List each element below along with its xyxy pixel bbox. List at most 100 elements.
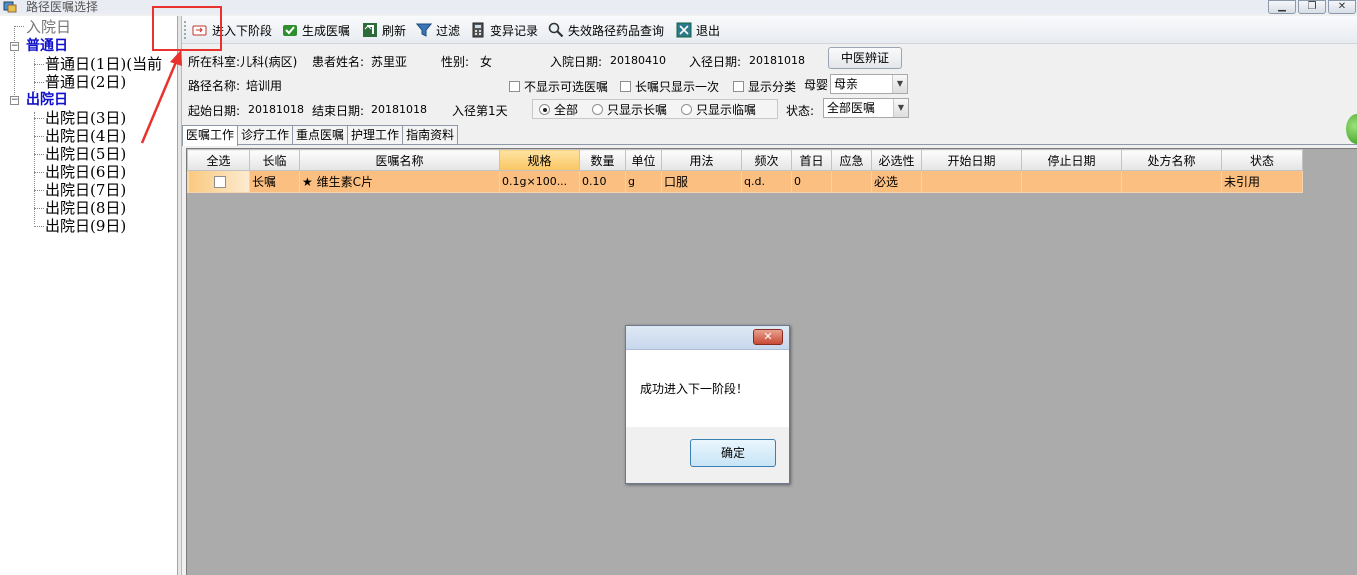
cell-start-date (921, 170, 1022, 193)
chevron-down-icon: ▼ (892, 75, 907, 93)
tab-order-work[interactable]: 医嘱工作 (182, 125, 239, 146)
tab-nursing-work[interactable]: 护理工作 (347, 125, 404, 145)
tree-line (14, 26, 24, 27)
status-value: 全部医嘱 (827, 101, 876, 115)
col-unit[interactable]: 单位 (625, 149, 662, 171)
green-orb-icon (1346, 114, 1357, 144)
refresh-button[interactable]: 刷新 (362, 20, 406, 40)
radio-temp-label: 只显示临嘱 (696, 102, 757, 117)
tree-node-normal-day-2[interactable]: 普通日(2日) (45, 74, 126, 91)
refresh-label: 刷新 (382, 23, 407, 38)
col-rx-name[interactable]: 处方名称 (1121, 149, 1222, 171)
row-checkbox-cell[interactable] (187, 170, 250, 193)
tab-key-orders[interactable]: 重点医嘱 (292, 125, 349, 145)
status-select[interactable]: 全部医嘱 ▼ (823, 98, 909, 118)
patient-info-panel: 所在科室: 儿科(病区) 患者姓名: 苏里亚 性别: 女 入院日期: 20180… (182, 45, 1357, 123)
radio-long-only[interactable]: 只显示长嘱 (592, 101, 667, 118)
cell-order-type: 长嘱 (249, 170, 300, 193)
radio-dot (592, 103, 604, 115)
refresh-icon (362, 22, 378, 38)
col-order-name[interactable]: 医嘱名称 (299, 149, 500, 171)
col-spec[interactable]: 规格 (499, 149, 580, 171)
col-status[interactable]: 状态 (1221, 149, 1303, 171)
col-order-type[interactable]: 长临 (249, 149, 300, 171)
tree-node-discharge-day-8[interactable]: 出院日(8日) (45, 200, 126, 217)
tree-node-discharge-day-6[interactable]: 出院日(6日) (45, 164, 126, 181)
long-order-once-checkbox[interactable]: 长嘱只显示一次 (620, 78, 719, 95)
tree-node-discharge-day-4[interactable]: 出院日(4日) (45, 128, 126, 145)
tree-node-discharge-day[interactable]: 出院日 (26, 92, 68, 109)
generate-orders-button[interactable]: 生成医嘱 (282, 20, 350, 40)
tab-guide-materials[interactable]: 指南资料 (402, 125, 459, 145)
generate-orders-icon (282, 22, 298, 38)
tree-line (34, 154, 44, 155)
col-stop-date[interactable]: 停止日期 (1021, 149, 1122, 171)
col-required[interactable]: 必选性 (871, 149, 922, 171)
long-order-once-label: 长嘱只显示一次 (635, 80, 720, 94)
filter-icon (415, 22, 433, 38)
cell-spec: 0.1g×100... (499, 170, 580, 193)
collapse-icon[interactable]: − (10, 42, 19, 51)
row-checkbox[interactable] (213, 176, 226, 188)
tree-line (34, 172, 44, 173)
show-category-checkbox[interactable]: 显示分类 (733, 78, 796, 95)
start-date-value: 20181018 (248, 103, 304, 116)
col-start-date[interactable]: 开始日期 (921, 149, 1022, 171)
col-urgent[interactable]: 应急 (831, 149, 872, 171)
collapse-icon[interactable]: − (10, 96, 19, 105)
cell-required: 必选 (871, 170, 922, 193)
gender-label: 性别: (441, 55, 470, 69)
checkbox-box (733, 81, 744, 92)
variance-record-button[interactable]: 变异记录 (470, 20, 538, 40)
tab-panel-border (182, 144, 1357, 145)
restore-button[interactable]: ❐ (1298, 0, 1326, 14)
col-frequency[interactable]: 频次 (741, 149, 792, 171)
table-row[interactable]: 长嘱 ★ 维生素C片 0.1g×100... 0.10 g 口服 q.d. 0 … (187, 170, 1303, 193)
patient-name-value: 苏里亚 (371, 55, 408, 69)
filter-button[interactable]: 过滤 (415, 20, 460, 40)
path-name-value: 培训用 (246, 79, 283, 93)
hide-optional-checkbox[interactable]: 不显示可选医嘱 (509, 78, 608, 95)
tree-node-normal-day[interactable]: 普通日 (26, 38, 68, 55)
order-table: 全选 长临 医嘱名称 规格 数量 单位 用法 频次 首日 应急 必选性 开始日期… (187, 149, 1303, 193)
window-title: 路径医嘱选择 (26, 0, 99, 14)
dialog-ok-button[interactable]: 确定 (690, 439, 776, 467)
close-button[interactable]: ✕ (1328, 0, 1356, 14)
cell-frequency: q.d. (741, 170, 792, 193)
show-category-label: 显示分类 (748, 80, 797, 94)
toolbar: 进入下阶段 生成医嘱 刷新 过滤 变异记录 失效路径药品查询 退出 (182, 16, 1357, 44)
col-usage[interactable]: 用法 (661, 149, 742, 171)
tree-node-discharge-day-5[interactable]: 出院日(5日) (45, 146, 126, 163)
dialog-close-button[interactable]: ✕ (753, 329, 783, 345)
path-day-label: 入径第1天 (452, 104, 508, 118)
dialog-message: 成功进入下一阶段！ (640, 382, 749, 396)
dialog-body: 成功进入下一阶段！ (626, 350, 789, 427)
tree-node-discharge-day-7[interactable]: 出院日(7日) (45, 182, 126, 199)
tree-node-discharge-day-9[interactable]: 出院日(9日) (45, 218, 126, 235)
col-select-all[interactable]: 全选 (187, 149, 250, 171)
path-name-label: 路径名称: (188, 79, 241, 93)
col-quantity[interactable]: 数量 (579, 149, 626, 171)
expired-path-drug-query-button[interactable]: 失效路径药品查询 (548, 20, 664, 40)
exit-button[interactable]: 退出 (676, 20, 720, 40)
mother-infant-select[interactable]: 母亲 ▼ (830, 74, 908, 94)
generate-orders-label: 生成医嘱 (302, 23, 351, 38)
success-dialog: ✕ 成功进入下一阶段！ 确定 (625, 325, 790, 484)
tree-node-discharge-day-3[interactable]: 出院日(3日) (45, 110, 126, 127)
minimize-button[interactable]: ▁ (1268, 0, 1296, 14)
tree-node-admission-day[interactable]: 入院日 (26, 19, 71, 36)
minimize-icon: ▁ (1278, 1, 1286, 12)
dialog-caption: ✕ (626, 326, 789, 350)
app-icon (3, 1, 17, 13)
tab-treatment-work[interactable]: 诊疗工作 (237, 125, 294, 145)
admit-date-value: 20180410 (610, 54, 666, 67)
dept-value: 儿科(病区) (240, 55, 298, 69)
exit-label: 退出 (696, 23, 721, 38)
radio-temp-only[interactable]: 只显示临嘱 (681, 101, 756, 118)
col-first-day[interactable]: 首日 (791, 149, 832, 171)
radio-all[interactable]: 全部 (539, 101, 578, 118)
tree-node-normal-day-1[interactable]: 普通日(1日)(当前 (45, 56, 162, 73)
tcm-syndrome-button[interactable]: 中医辨证 (828, 47, 902, 69)
tree-line (34, 190, 44, 191)
radio-dot (681, 103, 693, 115)
